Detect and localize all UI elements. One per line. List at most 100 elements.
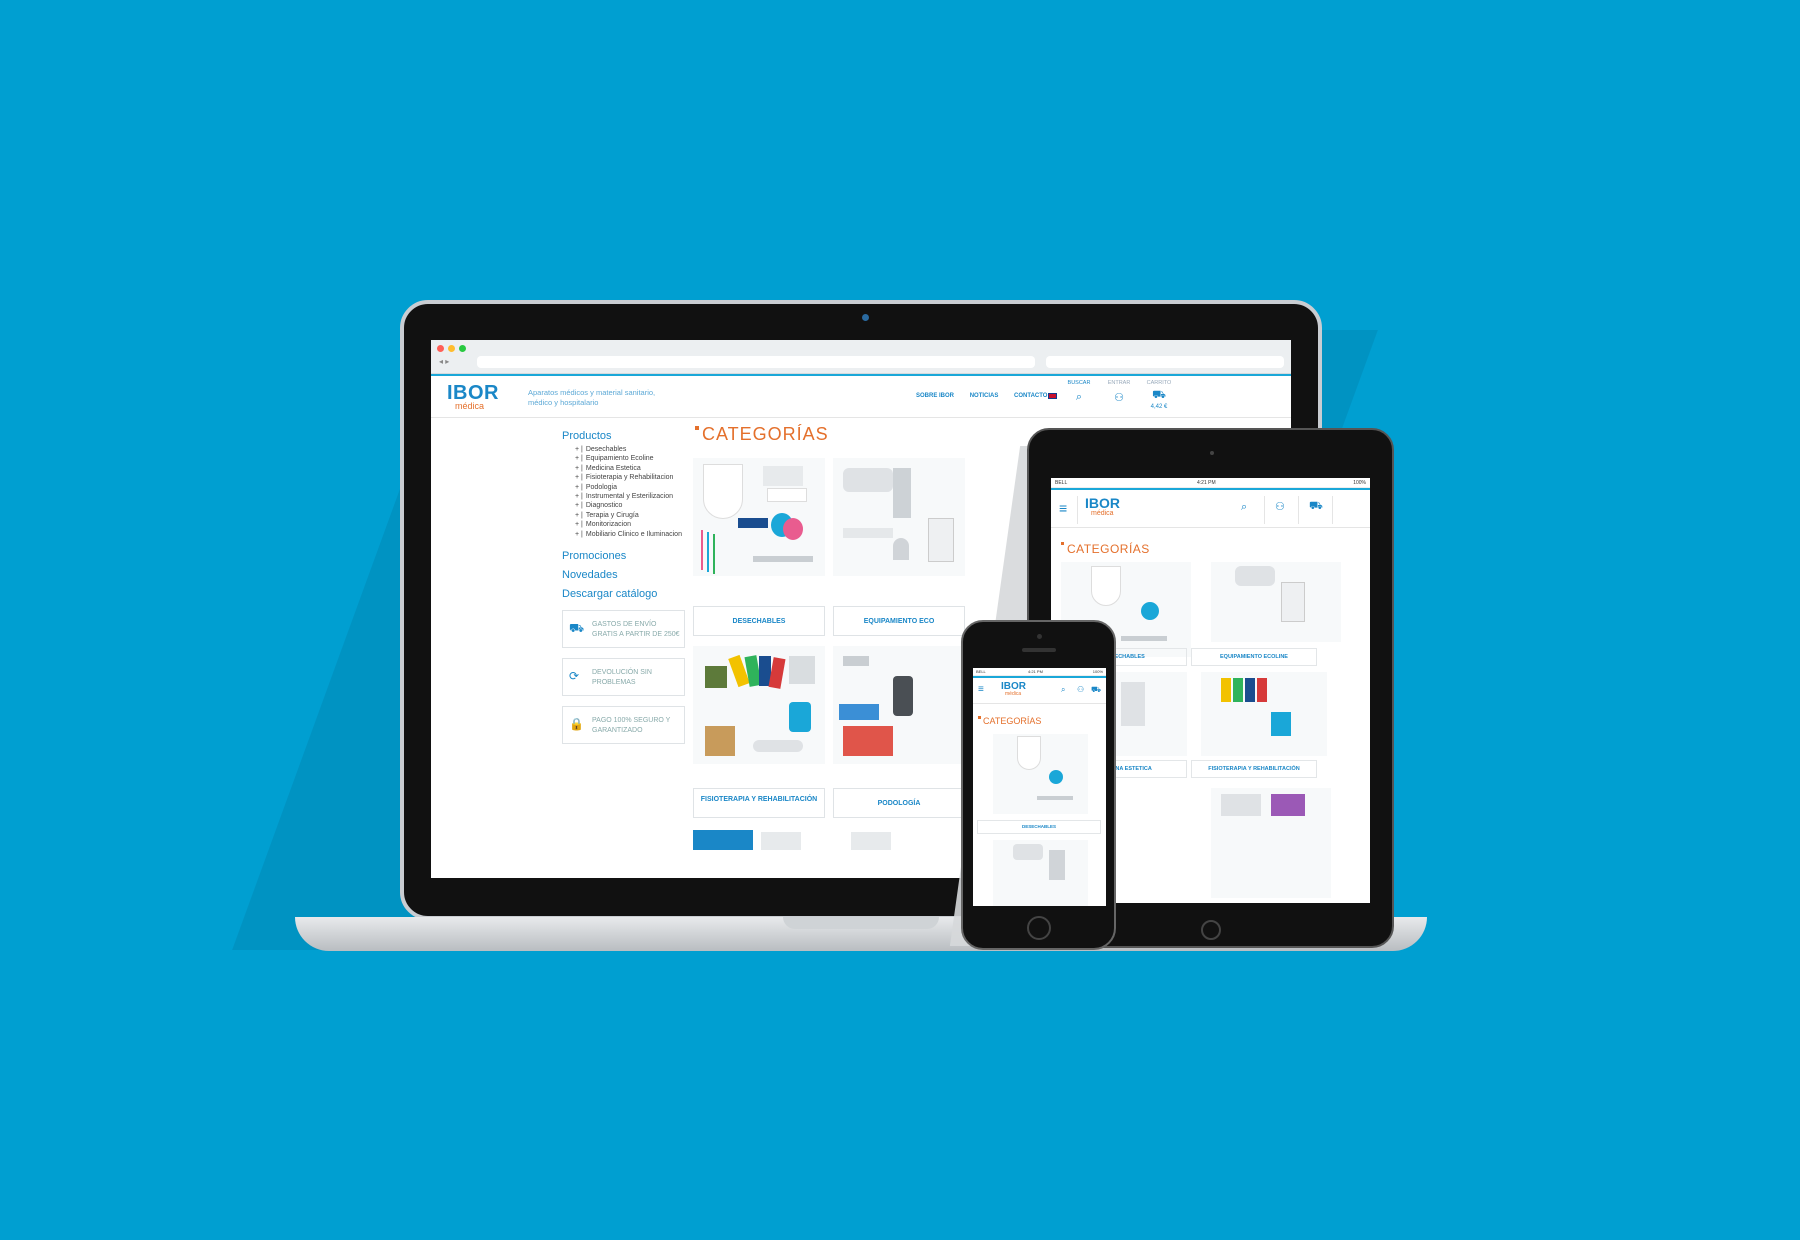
card-label[interactable]: FISIOTERAPIA Y REHABILITACIÓN — [1191, 760, 1317, 778]
mask-shape — [1091, 566, 1121, 606]
cart-total: 4,42 € — [1150, 404, 1168, 410]
nav-noticias[interactable]: NOTICIAS — [970, 393, 999, 399]
cart-icon[interactable]: ⛟ — [1309, 500, 1323, 514]
tens-shape — [1271, 712, 1291, 736]
search-button[interactable]: BUSCAR ⌕ — [1064, 380, 1094, 404]
logo-subtext: médica — [1091, 510, 1114, 517]
menu-icon[interactable]: ≡ — [1059, 500, 1067, 516]
title-marker — [695, 426, 699, 430]
search-icon[interactable]: ⌕ — [1061, 685, 1065, 695]
category-label: Medicina Estetica — [585, 464, 641, 472]
logo[interactable]: IBOR médica — [1085, 496, 1120, 517]
cart-button[interactable]: CARRITO ⛟ 4,42 € — [1144, 380, 1174, 410]
logo[interactable]: IBOR médica — [1001, 682, 1026, 697]
carrier-label: BELL — [976, 669, 986, 674]
card-label[interactable]: EQUIPAMIENTO ECOLINE — [1191, 648, 1317, 666]
category-label: Equipamiento Ecoline — [585, 455, 654, 463]
tape-pink-shape — [783, 518, 803, 540]
chair-shape — [843, 468, 893, 492]
needle-shape — [707, 532, 709, 572]
promociones-link[interactable]: Promociones — [562, 550, 687, 562]
needle-shape — [713, 534, 715, 574]
logo-subtext: médica — [1005, 691, 1022, 697]
category-item[interactable]: + | Podologia — [562, 483, 687, 492]
site-header: IBOR médica Aparatos médicos y material … — [431, 374, 1291, 418]
category-item[interactable]: + | Monitorizacion — [562, 520, 687, 529]
ultrasound-shape — [789, 656, 815, 684]
bed-shape — [843, 528, 893, 538]
category-label: Mobiliario Clinico e Iluminacion — [585, 530, 682, 538]
sidebar-title[interactable]: Productos — [562, 430, 687, 442]
band-shape — [1245, 678, 1255, 702]
category-item[interactable]: + | Equipamiento Ecoline — [562, 454, 687, 463]
rolls-shape — [738, 518, 768, 528]
battery-label: 100% — [1353, 480, 1366, 486]
product-image-partial — [693, 830, 753, 850]
address-bar[interactable] — [477, 356, 1035, 368]
phone-screen: BELL 4:21 PM 100% ≡ IBOR médica ⌕ ⚇ ⛟ CA… — [973, 668, 1106, 906]
feature-shipping: ⛟ GASTOS DE ENVÍO GRATIS A PARTIR DE 250… — [562, 610, 685, 649]
category-item[interactable]: + | Diagnostico — [562, 501, 687, 510]
feature-returns: ⟳ DEVOLUCIÓN SIN PROBLEMAS — [562, 658, 685, 697]
tape-shape — [1049, 770, 1063, 784]
novedades-link[interactable]: Novedades — [562, 569, 687, 581]
status-time: 4:21 PM — [1028, 669, 1043, 674]
category-label: Monitorizacion — [585, 521, 631, 529]
card-label[interactable]: DESECHABLES — [977, 820, 1101, 834]
device-shape — [1121, 682, 1145, 726]
phone-header: ≡ IBOR médica ⌕ ⚇ ⛟ — [973, 676, 1106, 704]
maximize-dot[interactable] — [459, 345, 466, 352]
category-item[interactable]: + | Terapia y Cirugía — [562, 511, 687, 520]
browser-search-bar[interactable] — [1046, 356, 1284, 368]
login-button[interactable]: ENTRAR ⚇ — [1104, 380, 1134, 404]
syringe-shape — [753, 556, 813, 562]
user-icon[interactable]: ⚇ — [1077, 685, 1084, 694]
band-shape — [1233, 678, 1243, 702]
category-item[interactable]: + | Instrumental y Esterilizacion — [562, 492, 687, 501]
feature-returns-text: DEVOLUCIÓN SIN PROBLEMAS — [592, 669, 652, 687]
category-item[interactable]: + | Medicina Estetica — [562, 464, 687, 473]
user-icon[interactable]: ⚇ — [1275, 500, 1285, 513]
cart-icon[interactable]: ⛟ — [1091, 685, 1101, 695]
category-label: Instrumental y Esterilizacion — [585, 493, 674, 501]
nav-contacto[interactable]: CONTACTO — [1014, 393, 1047, 399]
top-nav: SOBRE IBOR NOTICIAS CONTACTO — [916, 393, 1061, 399]
divider — [1332, 496, 1333, 524]
browser-chrome: ◂ ▸ — [431, 340, 1291, 374]
close-dot[interactable] — [437, 345, 444, 352]
device-shape — [1049, 850, 1065, 880]
card-label[interactable]: PODOLOGÍA — [833, 788, 965, 818]
card-label[interactable]: FISIOTERAPIA Y REHABILITACIÓN — [693, 788, 825, 818]
device-shape — [705, 666, 727, 688]
category-label: Diagnostico — [585, 502, 623, 510]
status-time: 4:21 PM — [1197, 480, 1216, 486]
page-title: CATEGORÍAS — [983, 716, 1042, 726]
card-label[interactable]: EQUIPAMIENTO ECO — [833, 606, 965, 636]
home-button[interactable] — [1027, 916, 1051, 940]
minimize-dot[interactable] — [448, 345, 455, 352]
gauze-shape — [763, 466, 803, 486]
product-image — [1211, 562, 1341, 642]
product-image — [1211, 788, 1331, 898]
logo[interactable]: IBOR médica — [447, 383, 499, 411]
title-marker — [1061, 542, 1064, 545]
menu-icon[interactable]: ≡ — [978, 684, 984, 695]
home-button[interactable] — [1201, 920, 1221, 940]
stool-shape — [893, 538, 909, 560]
back-forward-icon[interactable]: ◂ ▸ — [439, 357, 449, 366]
feature-shipping-text: GASTOS DE ENVÍO GRATIS A PARTIR DE 250€ — [592, 621, 680, 639]
product-image — [993, 840, 1088, 906]
nav-sobre-ibor[interactable]: SOBRE IBOR — [916, 393, 954, 399]
search-icon[interactable]: ⌕ — [1241, 501, 1247, 514]
card-label[interactable]: DESECHABLES — [693, 606, 825, 636]
page-title: CATEGORÍAS — [1067, 542, 1150, 556]
category-item[interactable]: + | Fisioterapia y Rehabilitacion — [562, 473, 687, 482]
category-item[interactable]: + | Mobiliario Clinico e Iluminacion — [562, 530, 687, 539]
uk-flag-icon[interactable] — [1048, 393, 1057, 399]
mask-shape — [703, 464, 743, 519]
sterilizer-shape — [1221, 794, 1261, 816]
descargar-catalogo-link[interactable]: Descargar catálogo — [562, 588, 687, 600]
pad-shape — [767, 488, 807, 502]
category-item[interactable]: + | Desechables — [562, 445, 687, 454]
login-label: ENTRAR — [1107, 380, 1131, 386]
